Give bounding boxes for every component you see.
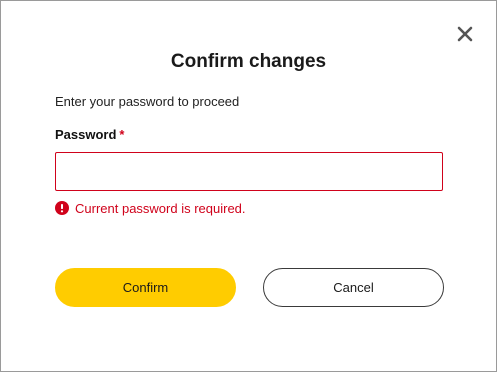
- password-input[interactable]: [55, 152, 443, 191]
- close-button[interactable]: [456, 25, 474, 43]
- cancel-button[interactable]: Cancel: [263, 268, 444, 307]
- close-icon: [456, 25, 474, 43]
- dialog-title: Confirm changes: [170, 51, 327, 72]
- password-error: Current password is required.: [55, 200, 246, 216]
- error-circle-icon: [55, 201, 69, 215]
- confirm-button[interactable]: Confirm: [55, 268, 236, 307]
- required-marker: *: [119, 127, 125, 142]
- password-label-text: Password: [55, 127, 117, 142]
- confirm-changes-dialog: Confirm changes Enter your password to p…: [0, 0, 497, 372]
- password-label: Password *: [55, 127, 124, 142]
- error-message: Current password is required.: [75, 200, 246, 216]
- dialog-subtitle: Enter your password to proceed: [55, 94, 240, 109]
